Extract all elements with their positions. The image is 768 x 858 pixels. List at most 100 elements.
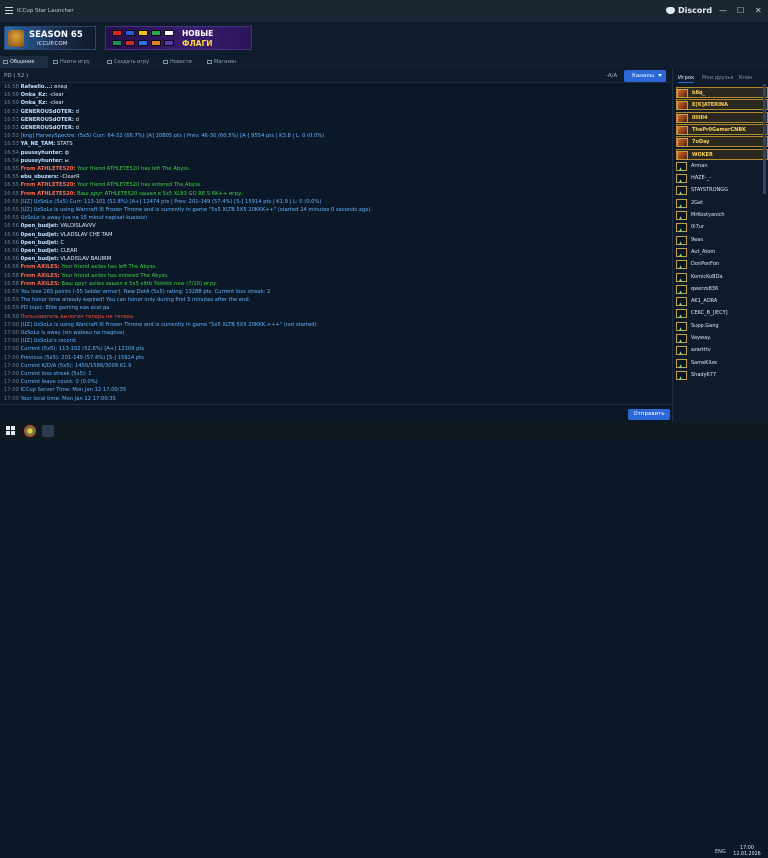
user-list-item[interactable]: ▲ qwerzs836	[676, 284, 768, 295]
user-list-item[interactable]: ThePr0GamerCNBK	[676, 123, 768, 135]
chat-message: -clear	[49, 100, 64, 107]
chat-nick[interactable]: From AXILES:	[21, 281, 60, 287]
user-list-item[interactable]: ▲ 2Get	[676, 198, 768, 209]
new-flags-banner[interactable]: НОВЫЕ ФЛАГИ	[105, 26, 252, 50]
user-list-item[interactable]: ▲ 0i7ur	[676, 222, 768, 233]
chat-nick[interactable]: Onka_Kz:	[21, 100, 48, 106]
chat-message: Ваш друг ATHLETE520 зашел в 5x5 XL83 GO …	[77, 190, 243, 197]
chat-timestamp: 16:54	[4, 149, 19, 156]
app-icon[interactable]	[42, 425, 54, 437]
title-bar: ICCup Star Launcher Discord — ☐ ✕	[0, 0, 768, 22]
user-name: E[K]ATERINA	[692, 102, 728, 109]
maximize-button[interactable]: ☐	[737, 6, 744, 15]
user-list-item[interactable]: ▲ CEKC_B_[IECY]	[676, 308, 768, 319]
chat-nick[interactable]: 0pen_budjet:	[21, 256, 59, 262]
taskbar-clock[interactable]: 17:00 12.01.2026	[732, 846, 762, 858]
windows-start-icon[interactable]	[6, 426, 16, 436]
chat-message: Ваш друг axiles зашел в 5x5 xlttb 5kkkkk…	[61, 280, 218, 287]
tab-clan[interactable]: Клан	[739, 73, 753, 83]
user-list-item[interactable]: ▲ 9eas	[676, 235, 768, 246]
rank-badge-icon: ▲	[679, 239, 683, 245]
tab-players[interactable]: Игрок	[678, 73, 695, 83]
discord-icon[interactable]	[666, 7, 675, 14]
user-list-item[interactable]: ▲ SameKilze	[676, 358, 768, 369]
chat-nick[interactable]: Onka_Kz:	[21, 92, 48, 98]
chat-timestamp: 16:52	[4, 108, 19, 115]
send-button[interactable]: Отправить	[628, 409, 670, 420]
language-indicator[interactable]: ENG	[715, 849, 726, 855]
user-list-item[interactable]: ▲ Vayway.	[676, 333, 768, 344]
chat-nick[interactable]: 0pen_budjet:	[21, 248, 59, 254]
avatar-icon: ▲	[676, 211, 687, 220]
chat-nick[interactable]: 0pen_budjet:	[21, 240, 59, 246]
chat-nick[interactable]: GENEROUSdOTER:	[21, 125, 74, 131]
chat-message: Current K/D/A (5x5): 1450/1588/3009 K1.9	[20, 362, 132, 369]
chevron-down-icon	[658, 74, 662, 77]
channels-button[interactable]: Каналы	[624, 70, 666, 82]
chat-message: влад	[54, 84, 68, 90]
rank-badge-icon: ▲	[679, 178, 683, 184]
user-list-item[interactable]: ▲ DonPonFon	[676, 259, 768, 270]
minimize-button[interactable]: —	[719, 6, 727, 15]
chat-message: Your friend ATHLETE520 has entered The A…	[77, 182, 202, 189]
chrome-icon[interactable]	[24, 425, 36, 437]
avatar-icon	[677, 125, 688, 135]
chat-nick[interactable]: From ATHLETE520:	[21, 191, 76, 197]
chat-nick[interactable]: puussyhunter:	[21, 150, 63, 156]
chat-nick[interactable]: ebu_sbuzers:	[21, 174, 59, 180]
menu-icon[interactable]	[5, 7, 13, 14]
chat-message: Your friend axiles has entered The Abyss…	[61, 272, 169, 279]
user-list-item[interactable]: ▲ Aut_Atom	[676, 247, 768, 258]
chat-nick[interactable]: YA_NE_TAM:	[21, 141, 56, 147]
tab-news[interactable]: Новости	[160, 56, 198, 68]
avatar-icon: ▲	[676, 272, 687, 282]
tab-shop[interactable]: Магазин	[204, 56, 246, 68]
user-list-item[interactable]: ▲ KomicKoBDa	[676, 272, 768, 283]
user-list-item[interactable]: E[K]ATERINA	[676, 99, 768, 111]
chat-message: [UZ] UzSoLo's record:	[20, 338, 77, 345]
season-banner[interactable]: SEASON 65 ICCUP.COM	[4, 26, 96, 50]
close-button[interactable]: ✕	[755, 6, 762, 15]
user-list-scrollbar[interactable]	[763, 84, 766, 194]
chat-nick[interactable]: GENEROUSdOTER:	[21, 117, 74, 123]
chat-message: You lose 165 points (-55 ladder armor). …	[20, 289, 271, 295]
tab-create-game[interactable]: Создать игру	[104, 56, 156, 68]
chat-log[interactable]: 16:58 Rafaello...: влад 16:58 Onka_Kz: -c…	[0, 83, 670, 423]
user-name: 0i7ur	[691, 224, 704, 231]
user-list-item[interactable]: WOKER	[676, 148, 768, 160]
user-list-item[interactable]: ▲ STAYSTRONGG	[676, 185, 768, 196]
tab-find-game[interactable]: Найти игру	[50, 56, 100, 68]
chat-message: d	[75, 116, 79, 123]
chat-message: Пользователь вылогин теперь не теперь	[20, 313, 134, 320]
chat-nick[interactable]: From ATHLETE520:	[21, 166, 76, 172]
avatar-icon: ▲	[676, 284, 687, 294]
chat-line: 17:00 Previous (5x5): 201-149 (57.4%) [S…	[4, 354, 144, 362]
chat-timestamp: 16:58	[4, 280, 19, 287]
user-list-item[interactable]: 7oDay	[676, 136, 768, 148]
tab-chat[interactable]: Общение	[0, 56, 48, 68]
user-list-item[interactable]: ▲ Supp.Gang	[676, 321, 768, 332]
chat-nick[interactable]: From ATHLETE520:	[21, 182, 76, 188]
chat-nick[interactable]: puussyhunter:	[21, 158, 63, 164]
user-list-item[interactable]: ▲ AK1_AORA	[676, 296, 768, 307]
user-list-item[interactable]: ▲ HAZE-_-	[676, 173, 768, 184]
user-list-item[interactable]: ▲ Arman	[676, 161, 768, 172]
user-list-item[interactable]: ▲ MrKostyanich	[676, 210, 768, 221]
chat-input-area[interactable]	[0, 404, 672, 422]
chat-nick[interactable]: From AXILES:	[21, 264, 60, 270]
user-list-item[interactable]: ▲ Shady677	[676, 370, 768, 381]
discord-label[interactable]: Discord	[678, 6, 712, 15]
font-size-toggle[interactable]: -A/A	[606, 73, 617, 79]
user-list-item[interactable]: b8q_	[676, 87, 768, 98]
chat-nick[interactable]: GENEROUSdOTER:	[21, 109, 74, 115]
chat-timestamp: 16:59	[4, 289, 19, 295]
chat-nick[interactable]: 0pen_budjet:	[21, 223, 59, 229]
chat-nick[interactable]: From AXILES:	[21, 273, 60, 279]
tab-my-friends[interactable]: Мои друзья	[702, 73, 734, 83]
chat-nick[interactable]: Rafaello...:	[21, 84, 53, 90]
chat-nick[interactable]: 0pen_budjet:	[21, 232, 59, 238]
chat-message: CLEAR	[60, 248, 78, 254]
chat-toolbar	[0, 68, 672, 83]
user-list-item[interactable]: lllllll4	[676, 111, 768, 123]
user-list-item[interactable]: ▲ azartttv	[676, 345, 768, 356]
